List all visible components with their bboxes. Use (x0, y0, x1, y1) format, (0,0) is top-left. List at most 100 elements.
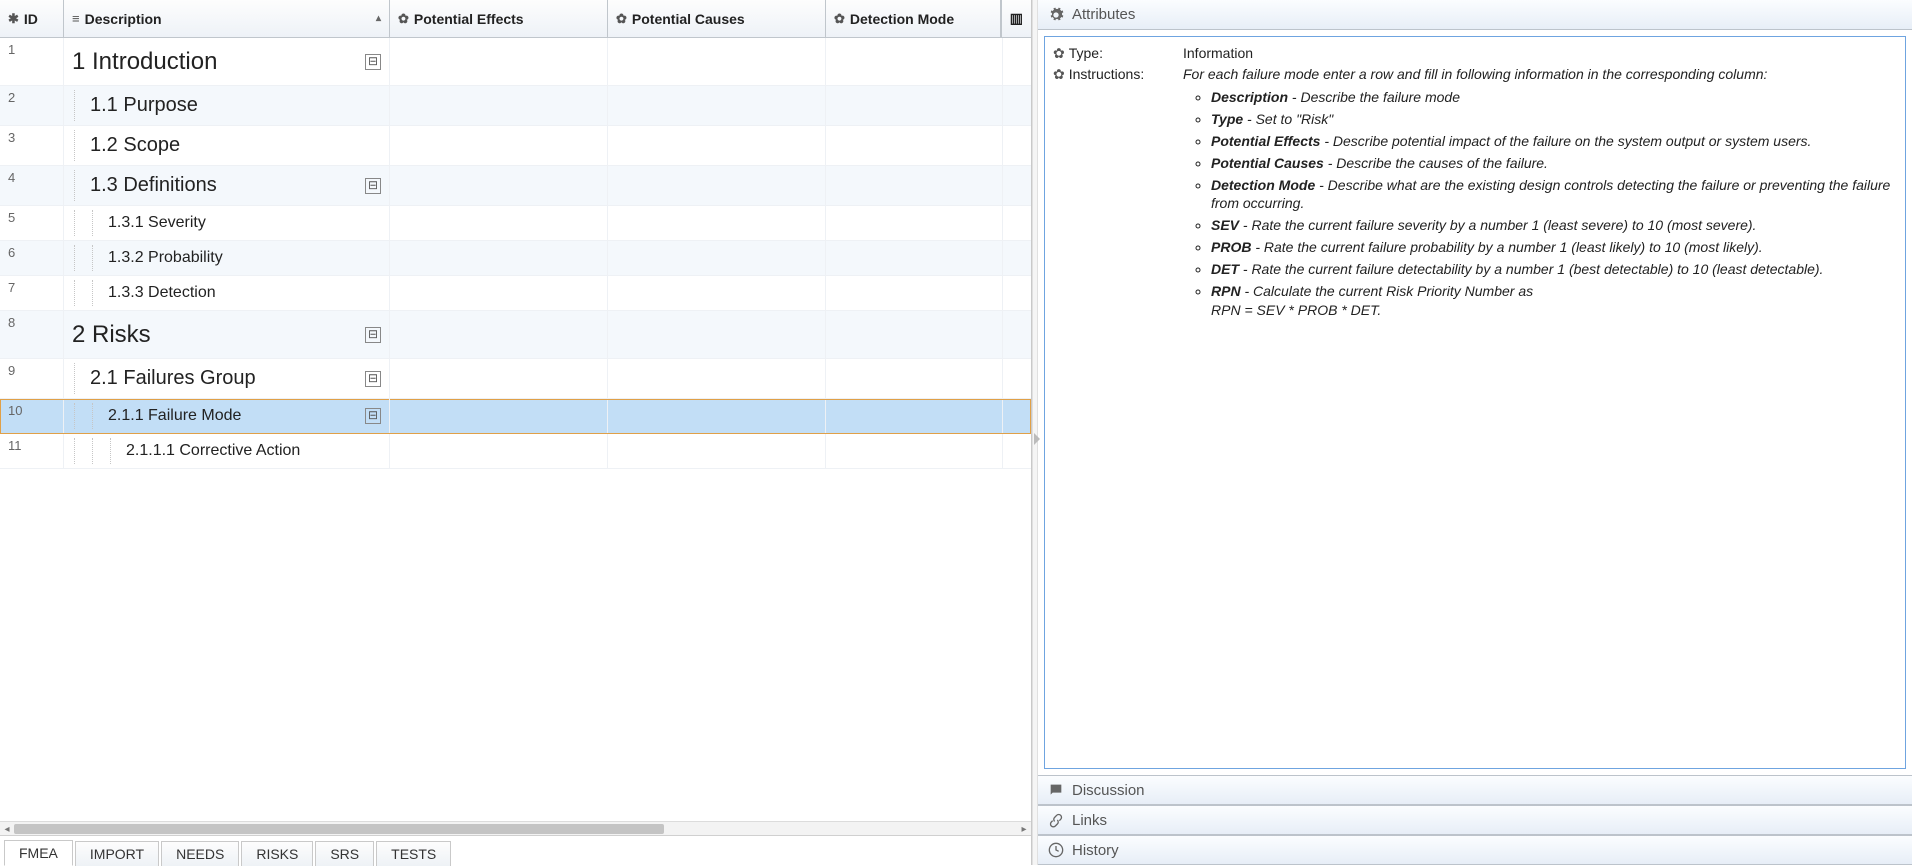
link-icon (1048, 812, 1064, 828)
accordion-history-label: History (1072, 842, 1119, 859)
row-description-cell[interactable]: 1.3.1 Severity (64, 206, 390, 240)
scroll-right-icon[interactable]: ▸ (1017, 822, 1031, 836)
cell-cau[interactable] (608, 434, 826, 468)
column-header-id-label: ID (24, 11, 38, 27)
cell-det[interactable] (826, 434, 1003, 468)
table-row[interactable]: 71.3.3 Detection (0, 276, 1031, 311)
row-description-cell[interactable]: 1.1 Purpose (64, 86, 390, 125)
column-header-detection-mode[interactable]: ✿ Detection Mode (826, 0, 1001, 37)
column-header-effects-label: Potential Effects (414, 11, 524, 27)
row-description-cell[interactable]: 1.3 Definitions ⊟ (64, 166, 390, 205)
grid-body[interactable]: 11 Introduction⊟21.1 Purpose31.2 Scope41… (0, 38, 1031, 821)
cell-cau[interactable] (608, 86, 826, 125)
table-row[interactable]: 61.3.2 Probability (0, 241, 1031, 276)
row-description-cell[interactable]: 2.1.1.1 Corrective Action (64, 434, 390, 468)
cell-cau[interactable] (608, 311, 826, 358)
accordion-discussion-header[interactable]: Discussion (1038, 775, 1912, 805)
table-row[interactable]: 4 1.3 Definitions ⊟ (0, 166, 1031, 206)
accordion-discussion-label: Discussion (1072, 782, 1145, 799)
comment-icon (1048, 782, 1064, 798)
cell-cau[interactable] (608, 359, 826, 398)
table-row[interactable]: 9 2.1 Failures Group ⊟ (0, 359, 1031, 399)
cell-eff[interactable] (390, 206, 608, 240)
cell-cau[interactable] (608, 276, 826, 310)
cell-eff[interactable] (390, 276, 608, 310)
table-row[interactable]: 112.1.1.1 Corrective Action (0, 434, 1031, 469)
row-description-cell[interactable]: 1.3.3 Detection (64, 276, 390, 310)
cell-cau[interactable] (608, 241, 826, 275)
cell-eff[interactable] (390, 86, 608, 125)
collapse-button[interactable]: ⊟ (365, 54, 381, 70)
cell-cau[interactable] (608, 166, 826, 205)
tab-tests[interactable]: TESTS (376, 841, 451, 866)
cell-det[interactable] (826, 86, 1003, 125)
row-description-cell[interactable]: 2 Risks⊟ (64, 311, 390, 358)
cell-det[interactable] (826, 311, 1003, 358)
row-description-text: 2.1.1.1 Corrective Action (126, 442, 381, 460)
row-description-text: 2.1 Failures Group (90, 367, 359, 390)
cell-eff[interactable] (390, 359, 608, 398)
row-description-cell[interactable]: 1.2 Scope (64, 126, 390, 165)
row-id: 4 (0, 166, 64, 205)
cell-eff[interactable] (390, 399, 608, 433)
cell-cau[interactable] (608, 206, 826, 240)
collapse-button[interactable]: ⊟ (365, 327, 381, 343)
column-picker-button[interactable]: ▥ (1001, 0, 1031, 37)
cell-cau[interactable] (608, 126, 826, 165)
row-description-text: 1.2 Scope (90, 134, 381, 157)
scroll-left-icon[interactable]: ◂ (0, 822, 14, 836)
table-row[interactable]: 82 Risks⊟ (0, 311, 1031, 359)
cell-eff[interactable] (390, 241, 608, 275)
row-description-cell[interactable]: 2.1 Failures Group ⊟ (64, 359, 390, 398)
cell-eff[interactable] (390, 38, 608, 85)
collapse-button[interactable]: ⊟ (365, 178, 381, 194)
table-row[interactable]: 11 Introduction⊟ (0, 38, 1031, 86)
tab-needs[interactable]: NEEDS (161, 841, 239, 866)
collapse-button[interactable]: ⊟ (365, 371, 381, 387)
column-header-potential-causes[interactable]: ✿ Potential Causes (608, 0, 826, 37)
row-description-cell[interactable]: 1 Introduction⊟ (64, 38, 390, 85)
cell-det[interactable] (826, 38, 1003, 85)
horizontal-scrollbar[interactable]: ◂ ▸ (0, 821, 1031, 835)
table-row[interactable]: 102.1.1 Failure Mode⊟ (0, 399, 1031, 434)
cell-eff[interactable] (390, 434, 608, 468)
accordion-links-header[interactable]: Links (1038, 805, 1912, 835)
accordion-history-header[interactable]: History (1038, 835, 1912, 865)
attr-instructions-value: For each failure mode enter a row and fi… (1183, 66, 1897, 323)
column-header-id[interactable]: ✱ ID (0, 0, 64, 37)
scroll-thumb[interactable] (14, 824, 664, 834)
attr-instructions-label: ✿ Instructions: (1053, 66, 1183, 323)
cell-det[interactable] (826, 241, 1003, 275)
tab-risks[interactable]: RISKS (241, 841, 313, 866)
gear-icon: ✿ (616, 11, 627, 27)
table-row[interactable]: 51.3.1 Severity (0, 206, 1031, 241)
tab-fmea[interactable]: FMEA (4, 840, 73, 866)
tab-import[interactable]: IMPORT (75, 841, 159, 866)
cell-det[interactable] (826, 399, 1003, 433)
cell-eff[interactable] (390, 126, 608, 165)
column-header-potential-effects[interactable]: ✿ Potential Effects (390, 0, 608, 37)
cell-det[interactable] (826, 359, 1003, 398)
cell-det[interactable] (826, 126, 1003, 165)
row-description-cell[interactable]: 1.3.2 Probability (64, 241, 390, 275)
row-description-cell[interactable]: 2.1.1 Failure Mode⊟ (64, 399, 390, 433)
cell-eff[interactable] (390, 166, 608, 205)
row-description-text: 1.3 Definitions (90, 174, 359, 197)
cell-det[interactable] (826, 166, 1003, 205)
tab-srs[interactable]: SRS (315, 841, 374, 866)
instruction-item: DET - Rate the current failure detectabi… (1211, 260, 1897, 279)
instructions-intro: For each failure mode enter a row and fi… (1183, 66, 1767, 82)
table-row[interactable]: 31.2 Scope (0, 126, 1031, 166)
collapse-button[interactable]: ⊟ (365, 408, 381, 424)
row-id: 9 (0, 359, 64, 398)
vertical-splitter[interactable] (1032, 0, 1038, 865)
accordion-attributes-header[interactable]: Attributes (1038, 0, 1912, 30)
table-row[interactable]: 21.1 Purpose (0, 86, 1031, 126)
cell-cau[interactable] (608, 399, 826, 433)
cell-det[interactable] (826, 206, 1003, 240)
cell-cau[interactable] (608, 38, 826, 85)
cell-sp (1003, 206, 1031, 240)
cell-det[interactable] (826, 276, 1003, 310)
cell-eff[interactable] (390, 311, 608, 358)
column-header-description[interactable]: ≡ Description ▴ (64, 0, 390, 37)
